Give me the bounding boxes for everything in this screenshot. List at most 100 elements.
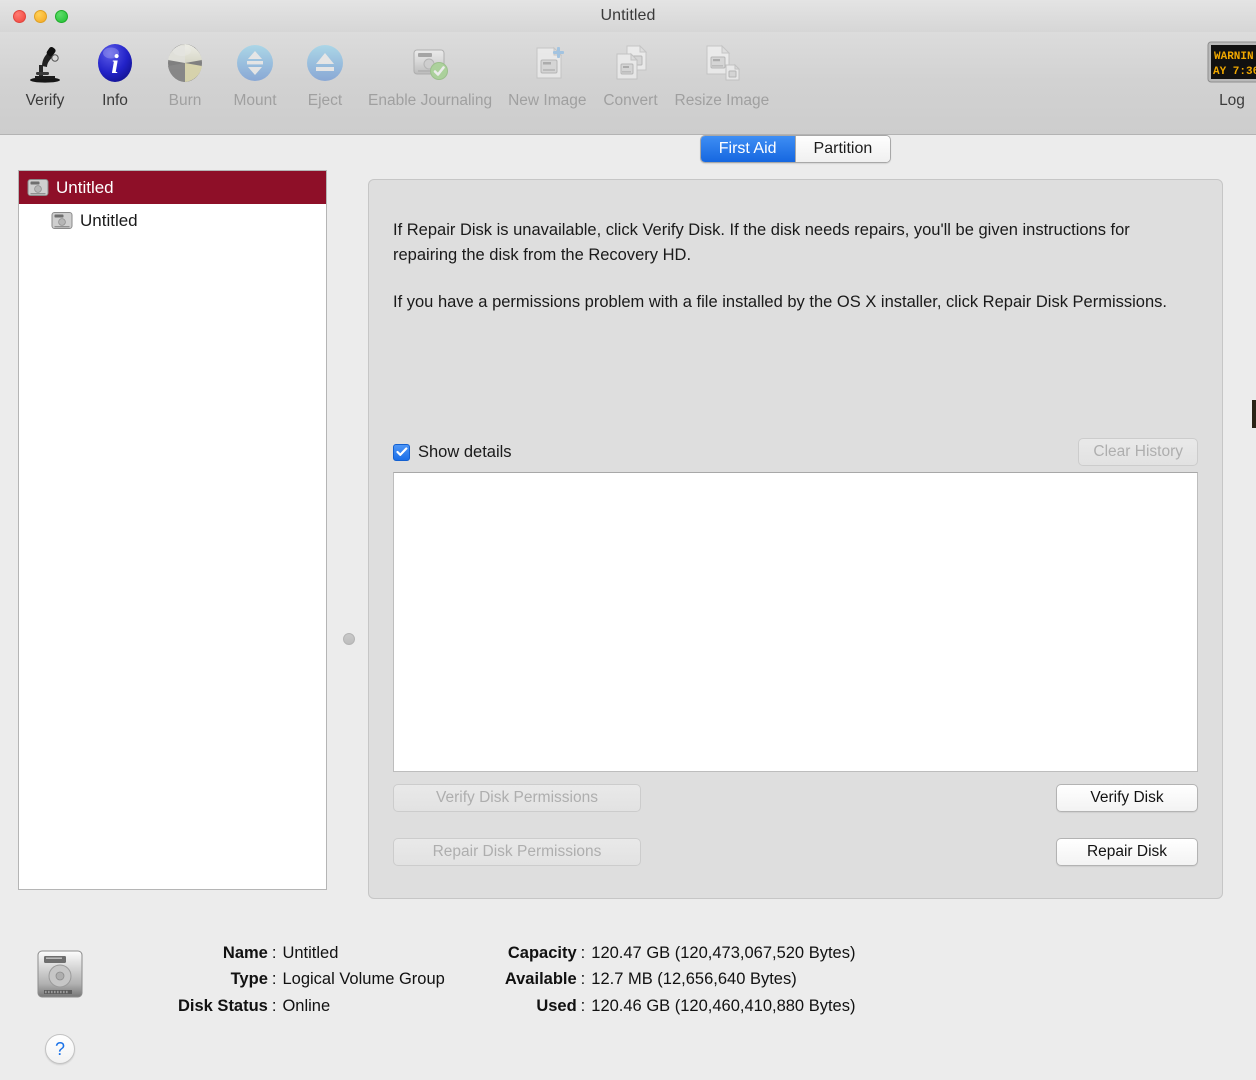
info-value: 120.47 GB (120,473,067,520 Bytes) — [591, 944, 856, 962]
window-title: Untitled — [600, 7, 656, 24]
question-mark-icon: ? — [54, 1038, 65, 1059]
clear-history-button[interactable]: Clear History — [1078, 438, 1198, 466]
help-button[interactable]: ? — [45, 1034, 75, 1064]
action-buttons: Verify Disk Permissions Verify Disk Repa… — [393, 784, 1198, 866]
disk-icon — [51, 211, 73, 230]
disk-info-left-table: Name : Untitled Type : Logical Volume Gr… — [178, 940, 445, 1019]
info-value: Untitled — [282, 944, 339, 962]
info-key: Name — [222, 944, 268, 962]
verify-disk-button[interactable]: Verify Disk — [1056, 784, 1198, 812]
first-aid-panel: If Repair Disk is unavailable, click Ver… — [368, 179, 1223, 899]
screen-edge-artifact — [1252, 400, 1256, 428]
checkmark-icon — [395, 447, 407, 456]
info-separator: : — [580, 970, 586, 989]
disk-info-footer: Name : Untitled Type : Logical Volume Gr… — [0, 928, 1256, 1080]
toolbar-label-new-image: New Image — [508, 92, 587, 109]
disk-info-inner: Name : Untitled Type : Logical Volume Gr… — [0, 940, 1256, 1019]
toolbar-button-mount[interactable]: Mount — [220, 36, 290, 110]
main-body: Untitled Untitled First Aid Partition If… — [0, 135, 1256, 928]
first-aid-paragraph-2: If you have a permissions problem with a… — [393, 292, 1167, 311]
info-row: Capacity : 120.47 GB (120,473,067,520 By… — [505, 940, 856, 966]
toolbar-label-log: Log — [1219, 92, 1245, 109]
toolbar-label-verify: Verify — [25, 92, 65, 109]
info-icon: i — [88, 36, 142, 90]
show-details-checkbox[interactable] — [393, 443, 410, 461]
toolbar-label-burn: Burn — [168, 92, 202, 109]
sidebar-item-disk-0[interactable]: Untitled — [19, 171, 326, 204]
toolbar-button-burn[interactable]: Burn — [150, 36, 220, 110]
resize-image-icon — [695, 36, 749, 90]
log-screen-line-1: WARNIN — [1214, 51, 1254, 63]
toolbar-label-info: Info — [102, 92, 128, 109]
close-window-button[interactable] — [13, 9, 26, 23]
action-row-repair: Repair Disk Permissions Repair Disk — [393, 838, 1198, 866]
toolbar-button-info[interactable]: i Info — [80, 36, 150, 110]
eject-icon — [298, 36, 352, 90]
sidebar: Untitled Untitled — [0, 135, 330, 928]
info-value: 12.7 MB (12,656,640 Bytes) — [591, 970, 797, 989]
first-aid-log-output[interactable] — [393, 472, 1198, 772]
sidebar-item-disk-1[interactable]: Untitled — [19, 204, 326, 237]
info-row: Disk Status : Online — [178, 993, 445, 1019]
info-row: Available : 12.7 MB (12,656,640 Bytes) — [505, 966, 856, 992]
toolbar: Verify i Info Burn Mount Eject Enable Jo… — [0, 32, 1256, 135]
info-separator: : — [271, 970, 277, 989]
toolbar-button-resize-image[interactable]: Resize Image — [667, 36, 778, 110]
splitter-handle-dot[interactable] — [343, 633, 355, 645]
burn-icon — [158, 36, 212, 90]
toolbar-button-log[interactable]: WARNIN AY 7:36 Log — [1196, 36, 1256, 110]
verify-disk-permissions-button[interactable]: Verify Disk Permissions — [393, 784, 641, 812]
disk-list[interactable]: Untitled Untitled — [18, 170, 327, 890]
info-key: Used — [536, 996, 577, 1015]
disk-info-columns: Name : Untitled Type : Logical Volume Gr… — [178, 940, 855, 1019]
info-separator: : — [580, 944, 586, 962]
tab-first-aid[interactable]: First Aid — [700, 136, 795, 162]
action-row-verify: Verify Disk Permissions Verify Disk — [393, 784, 1198, 812]
toolbar-button-eject[interactable]: Eject — [290, 36, 360, 110]
minimize-window-button[interactable] — [34, 9, 47, 23]
disk-icon — [27, 178, 49, 197]
microscope-icon — [18, 36, 72, 90]
toolbar-button-enable-journaling[interactable]: Enable Journaling — [360, 36, 500, 110]
first-aid-paragraph-1: If Repair Disk is unavailable, click Ver… — [393, 221, 1130, 264]
tab-bar: First Aid Partition — [368, 135, 1223, 163]
tab-partition-label: Partition — [813, 140, 873, 157]
toolbar-button-new-image[interactable]: New Image — [500, 36, 594, 110]
repair-disk-permissions-button[interactable]: Repair Disk Permissions — [393, 838, 641, 866]
convert-icon — [604, 36, 658, 90]
toolbar-main-group: Verify i Info Burn Mount Eject Enable Jo… — [0, 36, 777, 110]
disk-utility-window: Untitled Verify i Info Burn Mount Eject … — [0, 0, 1256, 1080]
info-key: Disk Status — [178, 996, 268, 1015]
log-screen-line-2: AY 7:36 — [1213, 66, 1256, 78]
traffic-lights — [0, 9, 68, 23]
toolbar-label-mount: Mount — [233, 92, 277, 109]
disk-info-right-table: Capacity : 120.47 GB (120,473,067,520 By… — [505, 940, 856, 1019]
toolbar-label-enable-journaling: Enable Journaling — [368, 92, 493, 109]
repair-disk-button[interactable]: Repair Disk — [1056, 838, 1198, 866]
info-value: Online — [282, 996, 331, 1015]
toolbar-button-convert[interactable]: Convert — [595, 36, 667, 110]
toolbar-button-verify[interactable]: Verify — [10, 36, 80, 110]
titlebar: Untitled — [0, 0, 1256, 32]
enable-journaling-icon — [403, 36, 457, 90]
info-key: Capacity — [507, 944, 577, 962]
tab-group: First Aid Partition — [699, 135, 892, 163]
tab-first-aid-label: First Aid — [718, 140, 777, 157]
new-image-icon — [520, 36, 574, 90]
tab-partition[interactable]: Partition — [794, 136, 891, 162]
sidebar-splitter[interactable] — [330, 135, 368, 928]
info-separator: : — [271, 996, 277, 1015]
log-icon: WARNIN AY 7:36 — [1204, 36, 1256, 90]
info-key: Available — [504, 970, 577, 989]
toolbar-label-resize-image: Resize Image — [674, 92, 770, 109]
details-row: Show details Clear History — [393, 438, 1198, 466]
toolbar-label-convert: Convert — [603, 92, 658, 109]
info-row: Used : 120.46 GB (120,460,410,880 Bytes) — [505, 993, 855, 1019]
info-row: Type : Logical Volume Group — [178, 966, 445, 992]
info-key: Type — [230, 970, 268, 989]
show-details-label: Show details — [418, 442, 512, 461]
info-value: Logical Volume Group — [282, 970, 445, 989]
show-details-checkbox-wrap[interactable]: Show details — [393, 443, 512, 462]
svg-text:i: i — [111, 49, 119, 79]
maximize-window-button[interactable] — [55, 9, 68, 23]
